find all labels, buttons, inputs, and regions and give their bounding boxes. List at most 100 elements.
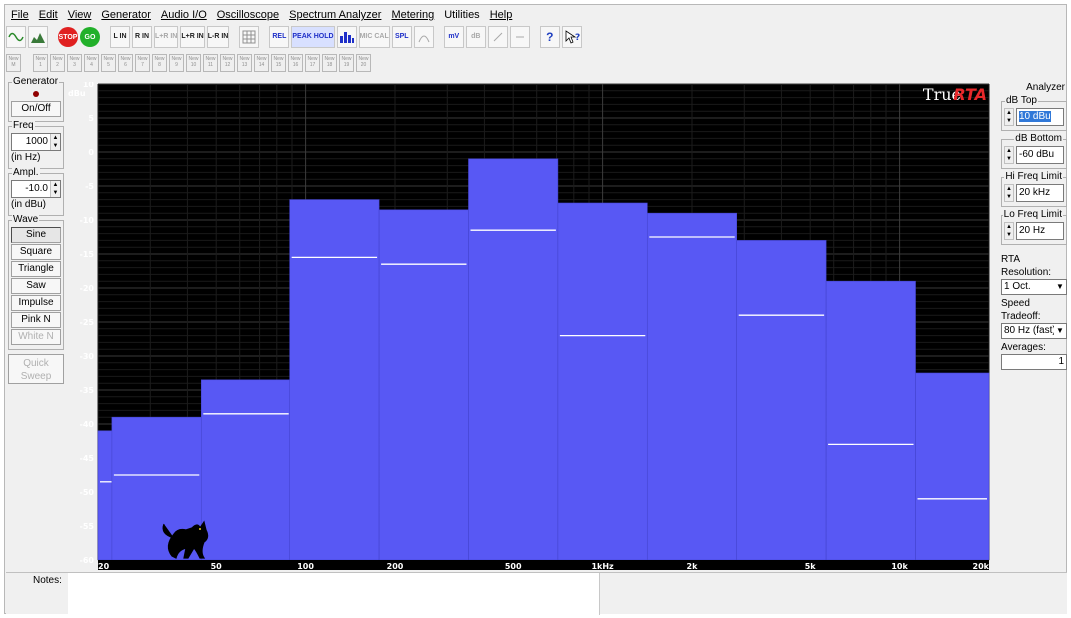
wave-saw-button[interactable]: Saw: [11, 278, 61, 294]
hi-freq-input[interactable]: 20 kHz: [1016, 184, 1064, 202]
memory-slot-button[interactable]: New 12: [220, 54, 235, 72]
db-relative-button[interactable]: [509, 26, 530, 48]
spin-up-icon[interactable]: ▲: [1005, 223, 1013, 231]
memory-slot-button[interactable]: New 20: [356, 54, 371, 72]
spin-down-icon[interactable]: ▼: [1005, 155, 1013, 163]
memory-slot-button[interactable]: New 4: [84, 54, 99, 72]
db-bottom-stepper[interactable]: ▲ ▼ -60 dBu: [1004, 146, 1064, 164]
right-input-button[interactable]: R IN: [132, 26, 152, 48]
sum-input-button-disabled[interactable]: L+R IN: [154, 26, 179, 48]
wave-triangle-button[interactable]: Triangle: [11, 261, 61, 277]
menu-metering[interactable]: Metering: [386, 6, 439, 24]
chevron-down-icon[interactable]: ▼: [1054, 324, 1066, 338]
hi-freq-stepper[interactable]: ▲ ▼ 20 kHz: [1004, 184, 1064, 202]
db-bottom-input[interactable]: -60 dBu: [1016, 146, 1064, 164]
grid-button[interactable]: [239, 26, 260, 48]
menu-file[interactable]: File: [6, 6, 34, 24]
memory-slot-button[interactable]: New 13: [237, 54, 252, 72]
menu-oscilloscope[interactable]: Oscilloscope: [212, 6, 284, 24]
x-axis-strip: [98, 560, 989, 570]
stop-button[interactable]: STOP: [58, 27, 78, 47]
spectrum-mode-button[interactable]: [28, 26, 48, 48]
memory-slot-button[interactable]: New 11: [203, 54, 218, 72]
spin-up-icon[interactable]: ▲: [51, 134, 60, 142]
memory-slot-button[interactable]: New 3: [67, 54, 82, 72]
memory-slot-button[interactable]: New 18: [322, 54, 337, 72]
spin-down-icon[interactable]: ▼: [51, 189, 60, 197]
y-tick-label: -50: [80, 488, 95, 497]
menu-audio-io[interactable]: Audio I/O: [156, 6, 212, 24]
memory-slot-button[interactable]: New 15: [271, 54, 286, 72]
generator-on-off-button[interactable]: On/Off: [11, 101, 61, 117]
db-top-stepper[interactable]: ▲ ▼ 10 dBu: [1004, 108, 1064, 126]
context-help-button[interactable]: ?: [561, 26, 582, 48]
memory-slot-button[interactable]: New 16: [288, 54, 303, 72]
weighting-button[interactable]: [413, 26, 434, 48]
memory-slot-button[interactable]: New 9: [169, 54, 184, 72]
memory-slot-button[interactable]: New 7: [135, 54, 150, 72]
db-ratio-button[interactable]: [487, 26, 508, 48]
spin-down-icon[interactable]: ▼: [1005, 231, 1013, 239]
notes-textarea[interactable]: [68, 573, 600, 615]
memory-slot-button[interactable]: New 6: [118, 54, 133, 72]
relative-button[interactable]: REL: [269, 26, 290, 48]
mic-cal-button[interactable]: MIC CAL: [358, 26, 390, 48]
menu-edit[interactable]: Edit: [34, 6, 63, 24]
memory-slot-button[interactable]: New 19: [339, 54, 354, 72]
left-input-button[interactable]: L IN: [110, 26, 130, 48]
wave-impulse-button[interactable]: Impulse: [11, 295, 61, 311]
freq-stepper[interactable]: 1000 ▲ ▼: [11, 133, 61, 151]
fraction-icon: [515, 36, 524, 38]
x-tick-label: 50: [211, 562, 223, 570]
y-tick-label: -25: [80, 318, 95, 327]
lo-freq-stepper[interactable]: ▲ ▼ 20 Hz: [1004, 222, 1064, 240]
db-top-input[interactable]: 10 dBu: [1016, 108, 1064, 126]
wave-white-noise-button[interactable]: White N: [11, 329, 61, 345]
menu-generator[interactable]: Generator: [96, 6, 156, 24]
scope-mode-button[interactable]: [6, 26, 26, 48]
memory-slot-button[interactable]: New 14: [254, 54, 269, 72]
wave-square-button[interactable]: Square: [11, 244, 61, 260]
ampl-value[interactable]: -10.0: [12, 181, 50, 197]
wave-pink-noise-button[interactable]: Pink N: [11, 312, 61, 328]
quick-sweep-button[interactable]: Quick Sweep: [8, 354, 64, 384]
spin-up-icon[interactable]: ▲: [1005, 147, 1013, 155]
ampl-stepper[interactable]: -10.0 ▲ ▼: [11, 180, 61, 198]
millivolt-button[interactable]: mV: [443, 26, 464, 48]
menu-help[interactable]: Help: [485, 6, 518, 24]
averages-input[interactable]: 1: [1001, 354, 1067, 370]
memory-slot-button[interactable]: New 10: [186, 54, 201, 72]
go-button[interactable]: GO: [80, 27, 100, 47]
generator-panel: Generator On/Off Freq 1000 ▲ ▼ (in Hz) Am…: [8, 76, 64, 385]
spin-down-icon[interactable]: ▼: [51, 142, 60, 150]
diff-input-button[interactable]: L-R IN: [206, 26, 230, 48]
memory-slot-button[interactable]: New 1: [33, 54, 48, 72]
lo-freq-input[interactable]: 20 Hz: [1016, 222, 1064, 240]
wave-sine-button[interactable]: Sine: [11, 227, 61, 243]
speed-tradeoff-select[interactable]: 80 Hz (fast) ▼: [1001, 323, 1067, 339]
spin-up-icon[interactable]: ▲: [1005, 185, 1013, 193]
memory-new-button[interactable]: New M: [6, 54, 21, 72]
chevron-down-icon[interactable]: ▼: [1054, 280, 1066, 294]
menu-view[interactable]: View: [63, 6, 97, 24]
rta-resolution-select[interactable]: 1 Oct. ▼: [1001, 279, 1067, 295]
spin-down-icon[interactable]: ▼: [1005, 193, 1013, 201]
memory-slot-button[interactable]: New 2: [50, 54, 65, 72]
memory-slot-button[interactable]: New 17: [305, 54, 320, 72]
help-button[interactable]: ?: [539, 26, 560, 48]
cat-eye-icon: [199, 528, 201, 530]
spl-button[interactable]: SPL: [391, 26, 412, 48]
menu-spectrum-analyzer[interactable]: Spectrum Analyzer: [284, 6, 386, 24]
spin-down-icon[interactable]: ▼: [1005, 117, 1013, 125]
bar-graph-button[interactable]: [336, 26, 357, 48]
spin-up-icon[interactable]: ▲: [1005, 109, 1013, 117]
db-button[interactable]: dB: [465, 26, 486, 48]
freq-value[interactable]: 1000: [12, 134, 50, 150]
menu-utilities[interactable]: Utilities: [439, 6, 484, 24]
memory-slot-button[interactable]: New 8: [152, 54, 167, 72]
memory-slot-button[interactable]: New 5: [101, 54, 116, 72]
speed-tradeoff-label: Speed Tradeoff:: [1001, 298, 1041, 322]
sum-input-button[interactable]: L+R IN: [180, 26, 205, 48]
peak-hold-button[interactable]: PEAK HOLD: [291, 26, 335, 48]
spin-up-icon[interactable]: ▲: [51, 181, 60, 189]
